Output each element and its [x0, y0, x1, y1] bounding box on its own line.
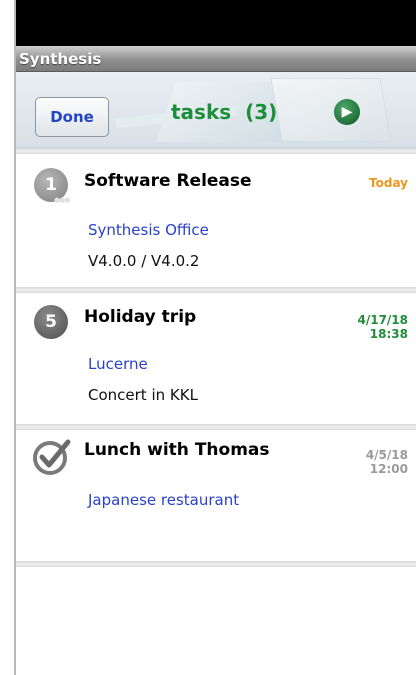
task-date: 4/5/18 12:00	[366, 448, 408, 476]
done-button[interactable]: Done	[35, 97, 109, 137]
priority-badge-icon: 5	[34, 305, 68, 339]
recurrence-dots-icon: ●●●	[54, 196, 70, 204]
task-item-software-release[interactable]: 1 ●●● Software Release Today Synthesis O…	[16, 154, 416, 287]
task-location-link[interactable]: Lucerne	[88, 355, 148, 373]
left-margin	[0, 0, 14, 675]
list-divider	[16, 561, 416, 567]
task-date: Today	[369, 176, 408, 190]
task-item-holiday-trip[interactable]: 5 Holiday trip 4/17/18 18:38 Lucerne Con…	[16, 293, 416, 424]
app-title-bar: Synthesis	[16, 46, 416, 72]
task-date-line2: 18:38	[369, 327, 408, 341]
task-date-line1: 4/17/18	[357, 313, 408, 327]
task-location-link[interactable]: Synthesis Office	[88, 221, 209, 239]
task-note: Concert in KKL	[88, 386, 198, 404]
task-title: Software Release	[84, 171, 252, 191]
task-item-lunch-with-thomas[interactable]: Lunch with Thomas 4/5/18 12:00 Japanese …	[16, 430, 416, 561]
completed-check-icon	[33, 439, 71, 475]
task-title: Holiday trip	[84, 307, 197, 327]
task-date-line1: 4/5/18	[365, 448, 408, 462]
toolbar-background-art	[270, 78, 392, 142]
status-bar	[16, 0, 416, 46]
page-title: tasks (3)	[171, 100, 278, 124]
task-date-line2: 12:00	[369, 462, 408, 476]
task-title: Lunch with Thomas	[84, 440, 270, 460]
toolbar: Done tasks (3) ▶	[16, 72, 416, 148]
task-location-link[interactable]: Japanese restaurant	[88, 491, 239, 509]
app-title: Synthesis	[19, 50, 102, 68]
task-date-line1: Today	[369, 176, 408, 190]
next-arrow-icon[interactable]: ▶	[334, 99, 360, 125]
task-note: V4.0.0 / V4.0.2	[88, 252, 200, 270]
task-date: 4/17/18 18:38	[357, 313, 408, 341]
